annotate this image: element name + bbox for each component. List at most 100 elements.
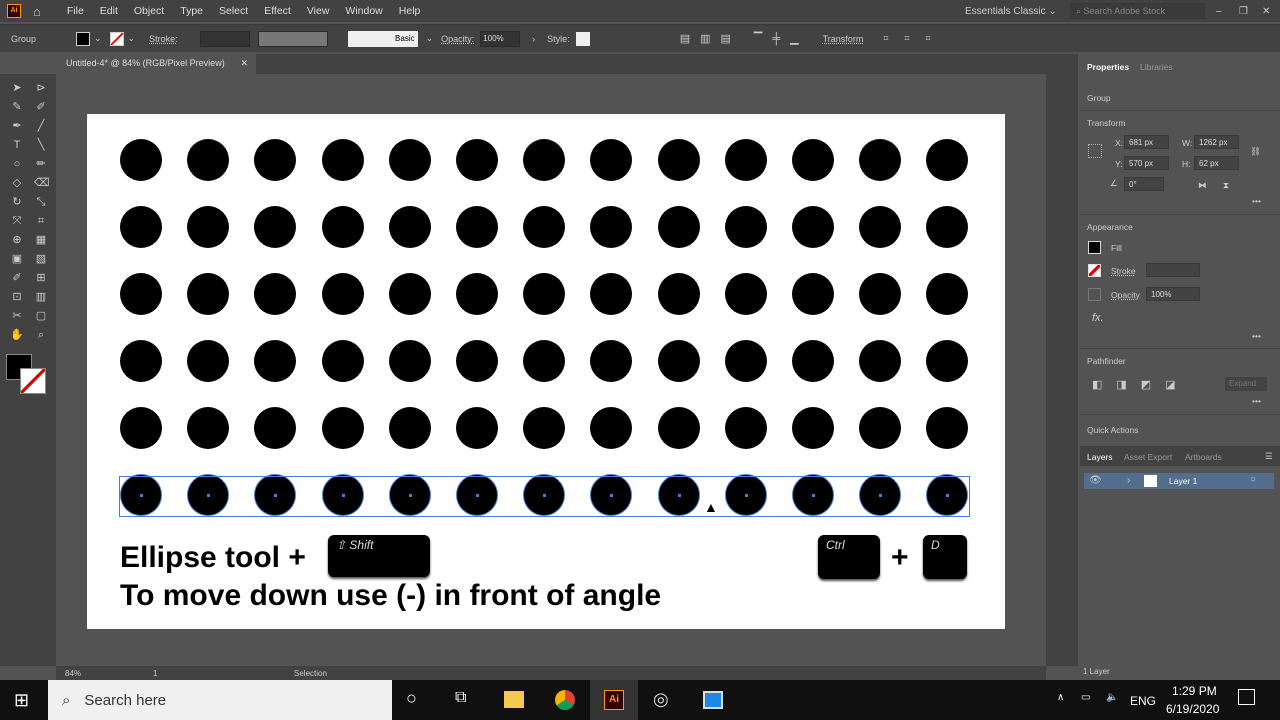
variable-width-profile[interactable]	[257, 30, 328, 47]
circle[interactable]	[388, 340, 431, 382]
circle[interactable]	[456, 340, 498, 382]
circle[interactable]	[321, 340, 364, 382]
circle[interactable]	[590, 139, 633, 181]
circle[interactable]	[792, 340, 834, 382]
circle[interactable]	[388, 273, 431, 315]
tool-icon-20[interactable]: ✐	[10, 272, 24, 284]
circle[interactable]	[859, 206, 902, 248]
circle[interactable]	[523, 340, 566, 382]
circle[interactable]	[254, 139, 297, 181]
tool-icon-4[interactable]: ✒	[10, 120, 24, 132]
app-window-icon[interactable]	[703, 691, 723, 709]
close-tab-icon[interactable]: ✕	[240, 58, 248, 69]
circle[interactable]	[926, 139, 969, 181]
circle[interactable]	[388, 139, 431, 181]
circle[interactable]	[523, 139, 566, 181]
tab-properties[interactable]: Properties	[1080, 62, 1136, 72]
circle[interactable]	[590, 273, 633, 315]
tab-artboards[interactable]: Artboards	[1185, 452, 1222, 462]
current-tool-status[interactable]: Selection	[294, 669, 327, 678]
tool-icon-21[interactable]: ⊞	[34, 272, 48, 284]
tool-icon-5[interactable]: ╱	[34, 120, 48, 132]
menu-select[interactable]: Select	[211, 5, 256, 17]
tool-icon-1[interactable]: ⊳	[34, 82, 48, 94]
circle[interactable]	[120, 407, 162, 449]
tool-icon-10[interactable]: ◇	[10, 177, 24, 189]
style-swatch[interactable]	[575, 31, 590, 46]
angle-input[interactable]: 0°	[1124, 177, 1164, 191]
circle[interactable]	[456, 273, 498, 315]
fx-button[interactable]: fx.	[1092, 312, 1104, 324]
tool-icon-15[interactable]: ⌗	[34, 215, 48, 227]
circle[interactable]	[926, 340, 969, 382]
circle[interactable]	[724, 206, 767, 248]
reference-point-icon[interactable]	[1088, 144, 1102, 158]
circle[interactable]	[724, 139, 767, 181]
circle[interactable]	[456, 206, 498, 248]
circle[interactable]	[590, 407, 633, 449]
circle[interactable]	[254, 407, 297, 449]
circle[interactable]	[321, 273, 364, 315]
opacity-label[interactable]: Opacity	[1111, 290, 1140, 300]
circle[interactable]	[859, 273, 902, 315]
pathfinder-icons[interactable]: ◧◨◩◪	[1092, 378, 1190, 391]
tool-icon-13[interactable]: ⤡	[34, 196, 48, 208]
circle[interactable]	[187, 407, 230, 449]
circle[interactable]	[523, 407, 566, 449]
menu-effect[interactable]: Effect	[256, 5, 299, 17]
volume-icon[interactable]: 🔈	[1106, 692, 1118, 703]
circle[interactable]	[456, 407, 498, 449]
circle[interactable]	[187, 340, 230, 382]
panel-menu-icon[interactable]: ☰	[1265, 451, 1273, 462]
opacity-input[interactable]: 100%	[480, 30, 521, 47]
flip-horizontal-icon[interactable]: ⧓	[1198, 180, 1207, 191]
brush-select[interactable]: Basic	[347, 30, 418, 47]
circle[interactable]	[657, 139, 700, 181]
tool-icon-12[interactable]: ↻	[10, 196, 24, 208]
circle[interactable]	[590, 340, 633, 382]
document-tab[interactable]: Untitled-4* @ 84% (RGB/Pixel Preview) ✕	[56, 54, 256, 74]
constrain-proportions-icon[interactable]: ⛓	[1250, 146, 1261, 157]
menu-edit[interactable]: Edit	[92, 5, 126, 17]
fill-swatch[interactable]	[76, 31, 90, 46]
circle[interactable]	[523, 206, 566, 248]
cortana-icon[interactable]: ○	[406, 688, 417, 709]
language-indicator[interactable]: ENG	[1130, 694, 1156, 708]
clock-date[interactable]: 6/19/2020	[1166, 702, 1219, 716]
width-input[interactable]: 1262 px	[1194, 135, 1239, 149]
visibility-eye-icon[interactable]: 👁	[1089, 475, 1102, 486]
circle[interactable]	[657, 407, 700, 449]
circle[interactable]	[120, 273, 162, 315]
tab-layers[interactable]: Layers	[1087, 452, 1113, 462]
circle[interactable]	[456, 139, 498, 181]
circle[interactable]	[254, 206, 297, 248]
circle[interactable]	[724, 340, 767, 382]
close-button[interactable]: ✕	[1262, 6, 1270, 17]
tab-asset-export[interactable]: Asset Export	[1124, 452, 1172, 462]
tool-icon-11[interactable]: ⌫	[34, 177, 50, 189]
tool-icon-7[interactable]: ╲	[34, 139, 48, 151]
menu-window[interactable]: Window	[337, 5, 390, 17]
target-icon[interactable]: ○	[1250, 474, 1256, 485]
layer-name[interactable]: Layer 1	[1169, 476, 1197, 486]
tool-icon-24[interactable]: ✂	[10, 310, 24, 322]
tool-icon-18[interactable]: ▣	[10, 253, 24, 265]
tool-icon-17[interactable]: ▦	[34, 234, 48, 246]
circle[interactable]	[120, 139, 162, 181]
file-explorer-icon[interactable]	[504, 691, 524, 708]
stock-search[interactable]: ⌕ Search Adobe Stock	[1070, 3, 1205, 19]
circle[interactable]	[724, 273, 767, 315]
circle[interactable]	[388, 407, 431, 449]
circle[interactable]	[321, 206, 364, 248]
circle[interactable]	[657, 206, 700, 248]
circle[interactable]	[859, 139, 902, 181]
tool-icon-3[interactable]: ✐	[34, 101, 48, 113]
align-icons[interactable]: ▤▥▤ ▔╪▁	[680, 32, 809, 45]
home-icon[interactable]: ⌂	[33, 4, 41, 19]
circle[interactable]	[187, 273, 230, 315]
tab-libraries[interactable]: Libraries	[1140, 62, 1173, 72]
taskbar-search[interactable]: ⌕ Search here	[48, 680, 392, 720]
tool-icon-6[interactable]: T	[10, 139, 24, 151]
layer-row[interactable]: 👁 › Layer 1 ○	[1084, 473, 1274, 489]
tool-icon-26[interactable]: ✋	[10, 329, 24, 341]
